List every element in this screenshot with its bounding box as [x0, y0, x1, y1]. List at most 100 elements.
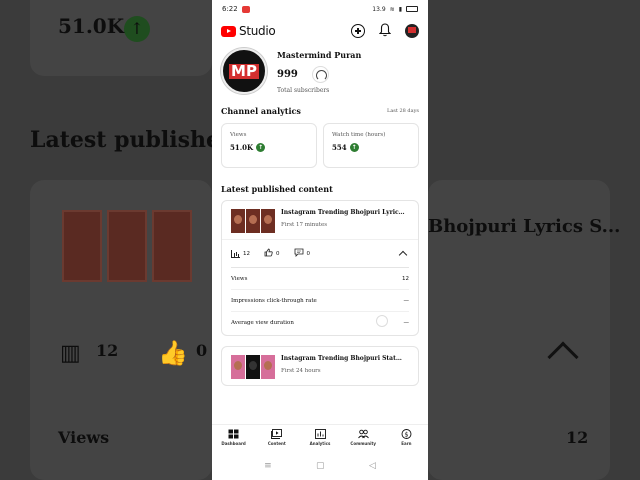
video-title: Instagram Trending Bhojpuri Lyrics S... — [281, 209, 405, 216]
bg-up-arrow-icon: ↑ — [124, 16, 150, 42]
period-link[interactable]: Last 28 days — [387, 108, 419, 114]
thumbnail — [246, 355, 260, 379]
community-icon — [357, 429, 369, 439]
video-card: Instagram Trending Bhojpuri Status V... … — [221, 346, 419, 386]
metric-card-watch-time[interactable]: Watch time (hours) 554 ↑ — [323, 123, 419, 168]
row-value: — — [403, 297, 410, 304]
battery-icon — [406, 6, 418, 12]
thumbnail — [231, 355, 245, 379]
video-title: Instagram Trending Bhojpuri Status V... — [281, 355, 405, 362]
row-value: 12 — [402, 275, 409, 282]
bg-metric-value: 51.0K — [58, 14, 125, 38]
trend-up-icon: ↑ — [349, 143, 359, 152]
video-time: First 24 hours — [281, 368, 321, 374]
thumbnail — [261, 355, 275, 379]
row-label: Impressions click-through rate — [231, 297, 317, 304]
home-icon[interactable]: ▢ — [316, 461, 325, 471]
wifi-icon: ≋ — [389, 5, 395, 13]
svg-text:$: $ — [404, 430, 408, 438]
bg-bars-icon: ▥ — [60, 340, 81, 366]
studio-logo[interactable]: Studio — [221, 24, 276, 38]
bottom-navigation: Dashboard Content Analytics Community $ … — [212, 424, 428, 450]
loading-spinner-icon — [311, 66, 329, 83]
video-time: First 17 minutes — [281, 222, 328, 228]
back-icon[interactable]: ◁ — [369, 461, 376, 471]
earn-dollar-icon: $ — [401, 429, 412, 439]
video-summary[interactable]: Instagram Trending Bhojpuri Lyrics S... … — [222, 201, 418, 239]
content-icon — [271, 429, 283, 439]
bg-metric-card — [30, 0, 212, 76]
app-title: Studio — [239, 24, 276, 38]
video-card: Instagram Trending Bhojpuri Lyrics S... … — [221, 200, 419, 336]
metric-value: 51.0K — [230, 143, 254, 152]
nav-community[interactable]: Community — [342, 425, 385, 450]
bg-views-value: 12 — [566, 428, 589, 447]
bg-thumbnail — [62, 210, 102, 282]
dashboard-icon — [228, 429, 239, 439]
analytics-title: Channel analytics — [221, 106, 301, 116]
nav-label: Earn — [401, 441, 412, 446]
metric-card-views[interactable]: Views 51.0K ↑ — [221, 123, 317, 168]
metric-label: Watch time (hours) — [332, 132, 386, 138]
thumbnail — [261, 209, 275, 233]
chevron-up-icon[interactable] — [398, 250, 408, 260]
metric-label: Views — [230, 132, 247, 138]
account-avatar[interactable] — [405, 24, 419, 38]
nav-label: Content — [267, 441, 286, 446]
metrics-row: Views 51.0K ↑ Watch time (hours) 554 ↑ — [212, 116, 428, 168]
analytics-icon — [314, 429, 326, 439]
video-stats: 12 0 0 — [222, 239, 418, 267]
youtube-logo-icon — [221, 25, 236, 37]
channel-avatar[interactable]: MP — [221, 48, 267, 94]
trend-up-icon: ↑ — [256, 143, 266, 152]
bg-likes-count: 0 — [196, 341, 208, 360]
bg-heading: Latest published — [30, 127, 236, 153]
nav-label: Community — [350, 441, 377, 446]
metric-row: Impressions click-through rate — — [231, 289, 409, 311]
bg-like-icon: 👍 — [158, 338, 188, 367]
nav-content[interactable]: Content — [255, 425, 298, 450]
subscribers-label: Total subscribers — [277, 87, 330, 94]
likes-stat: 0 — [276, 250, 280, 257]
metric-value: 554 — [332, 143, 347, 152]
row-label: Views — [231, 275, 248, 282]
thumbnail — [246, 209, 260, 233]
recording-icon — [241, 5, 250, 13]
comments-stat: 0 — [306, 250, 311, 257]
signal-icon: ▮ — [398, 5, 402, 13]
create-icon[interactable] — [351, 24, 365, 38]
like-icon — [264, 248, 273, 259]
video-thumbnails — [231, 355, 275, 379]
comment-icon — [294, 248, 304, 259]
bg-thumbnail — [107, 210, 147, 282]
video-metrics-list: Views 12 Impressions click-through rate … — [222, 267, 418, 335]
latest-title: Latest published content — [221, 184, 333, 194]
app-bar: Studio — [212, 18, 428, 44]
views-bars-icon — [231, 249, 240, 258]
thumbnail — [231, 209, 245, 233]
notifications-bell-icon[interactable] — [378, 22, 392, 41]
row-label: Average view duration — [231, 319, 294, 326]
metric-row: Average view duration — — [231, 311, 409, 333]
nav-dashboard[interactable]: Dashboard — [212, 425, 255, 450]
video-summary[interactable]: Instagram Trending Bhojpuri Status V... … — [222, 347, 418, 385]
status-indicator: 13.9 — [372, 5, 386, 13]
nav-label: Dashboard — [221, 441, 246, 446]
status-time: 6:22 — [222, 5, 238, 13]
phone-screen: 6:22 13.9 ≋ ▮ Studio MP Mastermind Puran — [212, 0, 428, 480]
latest-header: Latest published content — [212, 184, 428, 194]
channel-header: MP Mastermind Puran 999 Total subscriber… — [212, 44, 428, 100]
recents-icon[interactable]: ≡ — [264, 461, 272, 471]
analytics-header: Channel analytics Last 28 days — [212, 106, 428, 116]
nav-analytics[interactable]: Analytics — [298, 425, 341, 450]
views-stat: 12 — [243, 250, 250, 257]
nav-label: Analytics — [309, 441, 331, 446]
bg-views-label: Views — [58, 428, 110, 447]
channel-name: Mastermind Puran — [277, 50, 362, 60]
nav-earn[interactable]: $ Earn — [385, 425, 428, 450]
row-value: — — [403, 319, 410, 326]
status-bar: 6:22 13.9 ≋ ▮ — [212, 0, 428, 18]
bg-views-count: 12 — [96, 341, 119, 360]
metric-row: Views 12 — [231, 267, 409, 289]
avatar-logo-text: MP — [229, 61, 259, 80]
